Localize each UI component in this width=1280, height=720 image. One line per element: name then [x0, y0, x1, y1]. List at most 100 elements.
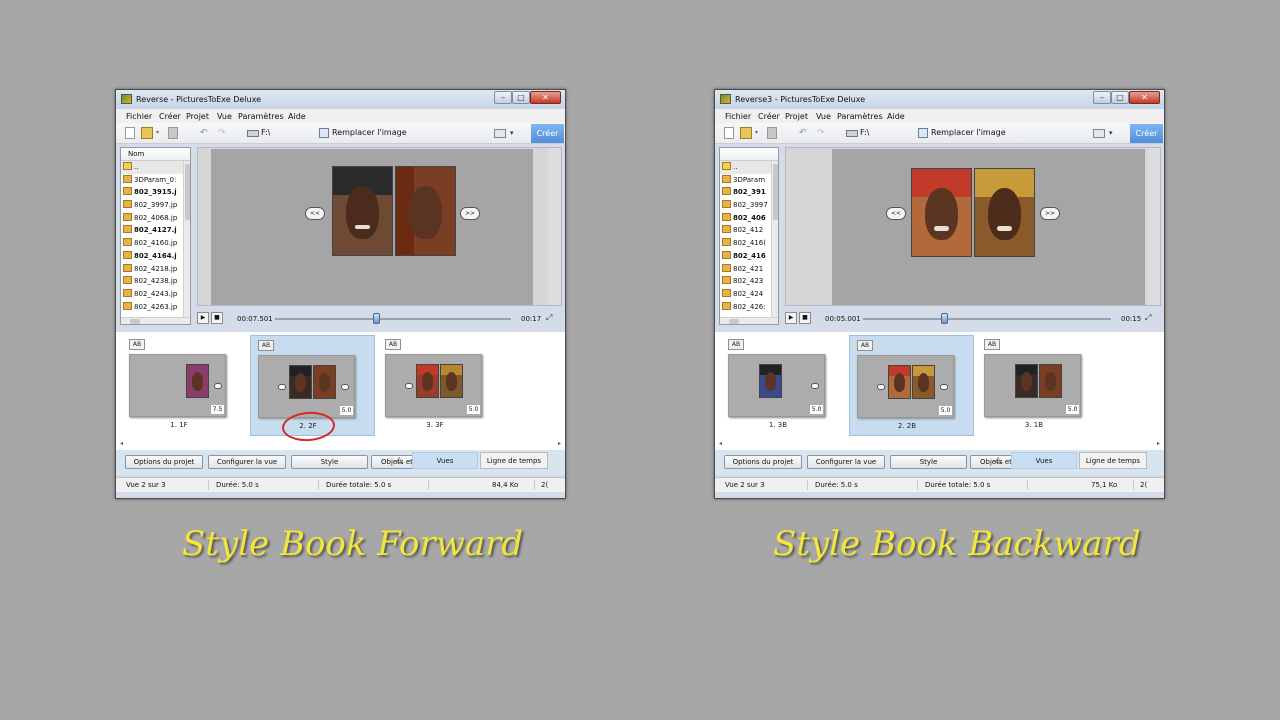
file-list-item[interactable]: 802_3915.j [121, 186, 190, 199]
file-list-item[interactable]: 802_4243.jp [121, 288, 190, 301]
preview-scrollbar[interactable] [548, 148, 561, 305]
file-list-item[interactable]: 802_424 [720, 288, 778, 301]
file-list-item[interactable]: 802_4218.jp [121, 263, 190, 276]
ab-transition-button[interactable]: AB [129, 339, 145, 350]
file-list-item[interactable]: 802_4164.j [121, 250, 190, 263]
timeline-slider[interactable] [372, 313, 380, 324]
tab-timeline[interactable]: Ligne de temps [480, 452, 548, 469]
collapse-triangle-icon[interactable]: △ [995, 455, 1001, 464]
open-folder-icon[interactable] [740, 127, 752, 139]
undo-icon[interactable]: ↶ [799, 127, 807, 139]
open-folder-icon[interactable] [141, 127, 153, 139]
stop-icon[interactable]: ■ [799, 312, 811, 324]
tab-vues[interactable]: Vues [1011, 452, 1077, 469]
next-button[interactable]: >> [1040, 207, 1060, 220]
menu-creer[interactable]: Créer [758, 112, 780, 121]
file-list-item[interactable]: .. [720, 161, 778, 174]
configure-view-button[interactable]: Configurer la vue [208, 455, 286, 469]
next-button[interactable]: >> [460, 207, 480, 220]
slide-thumbnail[interactable]: 5.0 [857, 355, 954, 418]
file-list-item[interactable]: 802_4263.jp [121, 301, 190, 314]
save-icon[interactable] [767, 127, 777, 139]
slide-thumbnail[interactable]: 5.0 [728, 354, 825, 417]
menu-parametres[interactable]: Paramètres [238, 112, 284, 121]
drive-label[interactable]: F:\ [261, 127, 270, 139]
slide-thumbnail[interactable]: 5.0 [984, 354, 1081, 417]
menu-projet[interactable]: Projet [186, 112, 209, 121]
file-column-header[interactable]: Nom [121, 148, 190, 161]
preview-scrollbar[interactable] [1147, 148, 1160, 305]
file-panel-horizontal-scrollbar[interactable] [121, 317, 190, 324]
file-panel-vertical-scrollbar[interactable] [183, 161, 190, 318]
previous-button[interactable]: << [305, 207, 325, 220]
replace-image-button[interactable]: Remplacer l'image [332, 127, 407, 139]
file-list-item[interactable]: 802_4238.jp [121, 275, 190, 288]
minimize-button[interactable]: – [494, 91, 512, 104]
previous-button[interactable]: << [886, 207, 906, 220]
scroll-left-icon[interactable]: ◂ [120, 440, 123, 447]
file-list-item[interactable]: 802_412 [720, 224, 778, 237]
title-bar[interactable]: Reverse - PicturesToExe Deluxe – □ ✕ [116, 90, 565, 109]
close-button[interactable]: ✕ [530, 91, 561, 104]
file-list-item[interactable]: 802_4160.jp [121, 237, 190, 250]
ab-transition-button[interactable]: AB [385, 339, 401, 350]
view-mode-dropdown-icon[interactable]: ▾ [1109, 127, 1113, 139]
slide-card-3[interactable]: AB 5.0 3. 1B [977, 335, 1102, 436]
menu-creer[interactable]: Créer [159, 112, 181, 121]
open-dropdown-icon[interactable]: ▾ [755, 127, 758, 139]
new-project-icon[interactable] [724, 127, 734, 139]
menu-parametres[interactable]: Paramètres [837, 112, 883, 121]
stop-icon[interactable]: ■ [211, 312, 223, 324]
file-list-item[interactable]: 802_426: [720, 301, 778, 314]
tab-timeline[interactable]: Ligne de temps [1079, 452, 1147, 469]
file-list-item[interactable]: 3DParam_0: [121, 174, 190, 187]
project-options-button[interactable]: Options du projet [125, 455, 203, 469]
replace-image-icon[interactable] [319, 128, 329, 138]
close-button[interactable]: ✕ [1129, 91, 1160, 104]
drive-icon[interactable] [247, 130, 259, 137]
drive-label[interactable]: F:\ [860, 127, 869, 139]
view-mode-icon[interactable] [494, 129, 506, 138]
file-list-item[interactable]: 3DParam [720, 174, 778, 187]
fullscreen-icon[interactable]: ⤢ [1145, 313, 1151, 323]
fullscreen-icon[interactable]: ⤢ [546, 313, 552, 323]
file-list-item[interactable]: 802_3997 [720, 199, 778, 212]
slide-card-3[interactable]: AB 5.0 3. 3F [378, 335, 503, 436]
menu-aide[interactable]: Aide [887, 112, 905, 121]
scroll-left-icon[interactable]: ◂ [719, 440, 722, 447]
play-icon[interactable]: ▶ [785, 312, 797, 324]
view-mode-icon[interactable] [1093, 129, 1105, 138]
file-list-item[interactable]: 802_4068.jp [121, 212, 190, 225]
play-icon[interactable]: ▶ [197, 312, 209, 324]
style-button[interactable]: Style [291, 455, 368, 469]
ab-transition-button[interactable]: AB [728, 339, 744, 350]
project-options-button[interactable]: Options du projet [724, 455, 802, 469]
save-icon[interactable] [168, 127, 178, 139]
timeline-slider[interactable] [941, 313, 949, 324]
menu-projet[interactable]: Projet [785, 112, 808, 121]
file-list-item[interactable]: 802_416 [720, 250, 778, 263]
title-bar[interactable]: Reverse3 - PicturesToExe Deluxe – □ ✕ [715, 90, 1164, 109]
timeline-track[interactable] [275, 318, 511, 320]
scrollbar-thumb[interactable] [185, 164, 190, 220]
redo-icon[interactable]: ↷ [218, 127, 226, 139]
ab-transition-button[interactable]: AB [984, 339, 1000, 350]
menu-fichier[interactable]: Fichier [725, 112, 751, 121]
scroll-right-icon[interactable]: ▸ [1157, 440, 1160, 447]
maximize-button[interactable]: □ [512, 91, 530, 104]
create-button[interactable]: Créer [531, 124, 564, 143]
file-list-item[interactable]: 802_4127.j [121, 224, 190, 237]
slide-list-scrollbar[interactable]: ◂ ▸ [118, 440, 563, 449]
minimize-button[interactable]: – [1093, 91, 1111, 104]
file-panel-horizontal-scrollbar[interactable] [720, 317, 778, 324]
file-list-item[interactable]: 802_416( [720, 237, 778, 250]
menu-vue[interactable]: Vue [816, 112, 831, 121]
slide-thumbnail[interactable]: 7.5 [129, 354, 226, 417]
slide-card-1[interactable]: AB 7.5 1. 1F [122, 335, 247, 436]
menu-fichier[interactable]: Fichier [126, 112, 152, 121]
redo-icon[interactable]: ↷ [817, 127, 825, 139]
timeline-track[interactable] [863, 318, 1111, 320]
scrollbar-thumb[interactable] [729, 319, 739, 324]
menu-vue[interactable]: Vue [217, 112, 232, 121]
scrollbar-thumb[interactable] [130, 319, 140, 324]
